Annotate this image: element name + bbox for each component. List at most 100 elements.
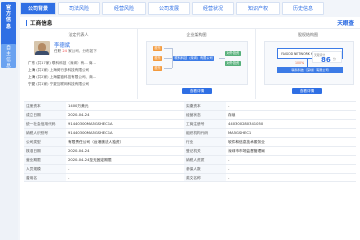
cell-value: -	[68, 176, 70, 180]
list-item[interactable]: 上海(共1家) 上海闵行多科技有限公司	[28, 67, 136, 74]
tab-background[interactable]: 公司背景	[20, 2, 56, 15]
tab-label: 经营状况	[202, 6, 223, 12]
connector	[164, 68, 172, 69]
cell-value: 1400万美元	[66, 102, 184, 110]
card-header: 工商信息 天眼查	[20, 17, 360, 29]
tab-label: 知识产权	[247, 6, 268, 12]
title-accent-bar	[26, 20, 28, 26]
cell-value: -	[228, 158, 230, 162]
tab-operation-risk[interactable]: 经营风险	[102, 2, 146, 15]
region-count: (共2家)	[36, 75, 49, 79]
cell-key: 核准日期	[24, 147, 66, 155]
equity-connector	[307, 59, 308, 67]
rail-tab-official-label: 官方信息	[5, 5, 12, 30]
company-distribution-list: 广东(共17家) 联科科技（深圳）有... 商... 上海(共1家) 上海闵行多…	[28, 60, 136, 88]
tianyancha-logo: 天眼查	[337, 21, 354, 27]
connector	[164, 58, 172, 59]
rail-tab-self-label: 自主信息	[6, 46, 11, 69]
region-companies: 宁夏互联网科技有限公司	[49, 82, 90, 86]
structure-diagram[interactable]: 股东 股东 股东 联科科技（深圳）有限公司 对外投资 对外投资	[146, 41, 248, 85]
legal-rep-header: 法定代表人	[68, 32, 89, 37]
table-row: 成立日期 2020-04-24 经营状态 存续	[24, 110, 356, 119]
node-shareholder: 股东	[153, 66, 163, 71]
cell-key: 曾用名	[24, 174, 66, 181]
card-title: 工商信息	[30, 21, 53, 27]
equity-panel: 股权结构图 FAIGOD NETWORK HOLDING LIMITED 100…	[256, 29, 360, 99]
region: 宁夏	[28, 82, 36, 86]
region-companies: 联科科技（深圳）有... 商...	[51, 61, 96, 65]
region-companies: 上海闵行多科技有限公司	[49, 68, 90, 72]
connector	[164, 48, 172, 49]
meta-count: 24	[62, 49, 67, 53]
structure-view-detail-button[interactable]: 查看详情	[182, 88, 212, 94]
cell-key: 登记机关	[184, 147, 226, 155]
cell-value: -	[228, 167, 230, 171]
cell-key: 成立日期	[24, 111, 66, 119]
list-item[interactable]: 广东(共17家) 联科科技（深圳）有... 商...	[28, 60, 136, 67]
cell-value: 深圳市市场监督管理局	[228, 149, 265, 153]
cell-value: -	[228, 176, 230, 180]
cell-key: 人员规模	[24, 165, 66, 173]
connector	[219, 58, 225, 59]
list-item[interactable]: 宁夏(共1家) 宁夏互联网科技有限公司	[28, 81, 136, 88]
list-item[interactable]: 上海(共2家) 上海星链科技有限公司、商...	[28, 74, 136, 81]
cell-key: 工商注册号	[184, 120, 226, 128]
node-investment: 对外投资	[225, 61, 241, 66]
region-companies: 上海星链科技有限公司、商...	[49, 75, 97, 79]
region-count: (共1家)	[36, 68, 49, 72]
cell-value: 有限责任公司（台港澳法人独资）	[68, 140, 124, 144]
tab-label: 公司背景	[27, 6, 48, 12]
avatar-shirt	[35, 51, 49, 55]
region-count: (共1家)	[36, 82, 49, 86]
cell-key: 实缴资本	[184, 102, 226, 110]
cell-value: 91440300MA5GSHEC1A	[68, 131, 113, 135]
structure-panel: 企业架构图 股东 股东 股东 联科科技（深圳）有限公司 对外投资 对外投资 查看…	[138, 29, 256, 99]
cell-key: 营业期限	[24, 156, 66, 164]
meta-prefix: 任职	[54, 49, 62, 53]
tab-development[interactable]: 公司发展	[148, 2, 190, 15]
legal-rep-meta: 任职 24 家公司，分布如下	[54, 49, 97, 54]
tab-history[interactable]: 历史信息	[282, 2, 324, 15]
score-badge[interactable]: 天眼评分 86 分	[312, 51, 342, 64]
cell-value: -	[68, 167, 70, 171]
cell-key: 公司类型	[24, 138, 66, 146]
tab-label: 司法风险	[68, 6, 89, 12]
tab-label: 公司发展	[158, 6, 179, 12]
tab-operation-status[interactable]: 经营状况	[192, 2, 234, 15]
region-count: (共17家)	[36, 61, 51, 65]
table-row: 统一社会信用代码 91440300MA5GSHEC1A 工商注册号 440300…	[24, 119, 356, 128]
cell-key: 英文名称	[184, 174, 226, 181]
cell-key: 纳税人资质	[184, 156, 226, 164]
cell-key: 纳税人识别号	[24, 129, 66, 137]
table-row: 曾用名 - 英文名称 -	[24, 173, 356, 182]
legal-rep-panel: 法定代表人 李德斌 任职 24 家公司，分布如下 广东(共17家) 联科科技（深…	[20, 29, 138, 99]
business-info-table: 注册资本 1400万美元 实缴资本 - 成立日期 2020-04-24 经营状态…	[24, 101, 356, 182]
legal-rep-name[interactable]: 李德斌	[54, 41, 70, 49]
cell-value: 存续	[228, 113, 236, 117]
score-value: 86	[321, 55, 331, 64]
node-shareholder: 股东	[153, 46, 163, 51]
region: 广东	[28, 61, 36, 65]
meta-suffix: 家公司，分布如下	[68, 49, 97, 53]
cell-value: -	[228, 104, 230, 108]
node-shareholder: 股东	[153, 56, 163, 61]
cell-value[interactable]: 91440300MA5GSHEC1A	[66, 120, 184, 128]
equity-diagram[interactable]: FAIGOD NETWORK HOLDING LIMITED 100% 联科科技…	[264, 41, 354, 85]
equity-view-detail-button[interactable]: 查看详情	[292, 88, 322, 94]
table-row: 营业期限 2020-04-24至无固定期限 纳税人资质 -	[24, 155, 356, 164]
cell-value: 2020-04-24	[68, 149, 90, 153]
cell-key: 统一社会信用代码	[24, 120, 66, 128]
table-row: 公司类型 有限责任公司（台港澳法人独资） 行业 软件和信息技术服务业	[24, 137, 356, 146]
cell-key: 组织机构代码	[184, 129, 226, 137]
rail-tab-self[interactable]: 自主信息	[1, 44, 16, 69]
table-row: 人员规模 - 参保人数 -	[24, 164, 356, 173]
cell-value: MA5GSHEC1	[228, 131, 252, 135]
tab-legal-risk[interactable]: 司法风险	[58, 2, 100, 15]
table-row: 注册资本 1400万美元 实缴资本 -	[24, 101, 356, 110]
equity-percent: 100%	[295, 61, 305, 65]
tab-label: 经营风险	[113, 6, 134, 12]
structure-header: 企业架构图	[186, 32, 207, 37]
avatar[interactable]	[34, 41, 50, 55]
tab-ip[interactable]: 知识产权	[236, 2, 280, 15]
region: 上海	[28, 75, 36, 79]
